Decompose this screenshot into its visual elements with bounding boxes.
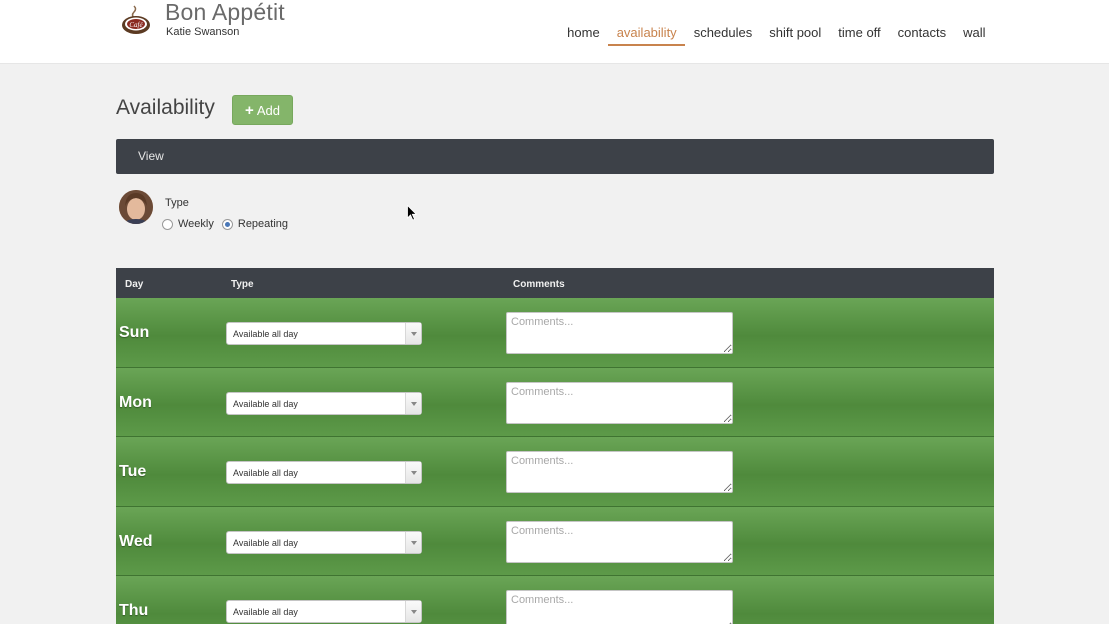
nav-item-schedules[interactable]: schedules: [685, 25, 761, 46]
table-header: Day Type Comments: [116, 268, 994, 298]
select-value: Available all day: [233, 329, 298, 339]
type-label: Type: [165, 197, 189, 209]
day-label: Wed: [119, 532, 153, 550]
header-comments: Comments: [513, 279, 565, 290]
select-value: Available all day: [233, 537, 298, 548]
availability-type-select[interactable]: Available all day: [226, 391, 422, 415]
chevron-down-icon[interactable]: [405, 601, 421, 622]
chevron-down-icon[interactable]: [405, 392, 421, 414]
table-row: Mon Available all day: [116, 367, 994, 437]
add-button-label: Add: [256, 102, 280, 118]
comments-input[interactable]: [506, 590, 733, 624]
add-button[interactable]: + Add: [232, 95, 293, 125]
select-value: Available all day: [233, 607, 298, 617]
header-day: Day: [125, 279, 144, 290]
availability-type-select[interactable]: Available all day: [226, 530, 422, 554]
plus-icon: +: [245, 101, 254, 119]
comments-input[interactable]: [506, 381, 733, 424]
table-row: Sun Available all day: [116, 298, 994, 368]
svg-text:Café: Café: [129, 21, 143, 29]
view-bar[interactable]: View: [116, 139, 994, 174]
radio-repeating-label: Repeating: [237, 218, 289, 230]
main-nav: home availability schedules shift pool t…: [559, 25, 994, 46]
comments-input[interactable]: [506, 312, 733, 354]
day-label: Thu: [119, 602, 149, 619]
chevron-down-icon[interactable]: [405, 462, 421, 483]
availability-type-select[interactable]: Available all day: [226, 600, 422, 623]
cafe-cup-logo-icon[interactable]: Café: [120, 3, 152, 35]
availability-type-select[interactable]: Available all day: [226, 322, 422, 345]
radio-weekly-circle[interactable]: [162, 218, 173, 230]
table-row: Thu Available all day: [116, 576, 994, 624]
nav-item-home[interactable]: home: [559, 25, 609, 46]
comments-input[interactable]: [506, 451, 733, 493]
radio-repeating[interactable]: Repeating: [221, 218, 289, 230]
availability-table: Day Type Comments Sun Available all day …: [116, 268, 994, 624]
radio-weekly-label: Weekly: [178, 218, 214, 230]
select-value: Available all day: [233, 468, 298, 478]
chevron-down-icon[interactable]: [405, 531, 421, 553]
header-type: Type: [231, 279, 254, 290]
comments-input[interactable]: [506, 520, 733, 563]
top-header: Café Bon Appétit Katie Swanson home avai…: [0, 0, 1109, 64]
table-row: Tue Available all day: [116, 437, 994, 507]
day-label: Sun: [119, 324, 150, 341]
mouse-pointer-icon: [407, 205, 417, 221]
nav-item-shift-pool[interactable]: shift pool: [761, 25, 830, 46]
page-title: Availability: [116, 96, 215, 119]
radio-repeating-circle[interactable]: [221, 218, 233, 230]
nav-item-time-off[interactable]: time off: [830, 25, 889, 46]
radio-weekly[interactable]: Weekly: [162, 218, 214, 230]
nav-item-availability[interactable]: availability: [608, 25, 686, 46]
type-radio-group: Weekly Repeating: [162, 218, 288, 230]
day-label: Tue: [119, 463, 147, 480]
brand-name: Bon Appétit: [165, 0, 285, 25]
nav-item-wall[interactable]: wall: [955, 25, 994, 46]
day-label: Mon: [119, 393, 152, 411]
user-name: Katie Swanson: [166, 26, 240, 38]
chevron-down-icon[interactable]: [405, 323, 421, 344]
availability-type-select[interactable]: Available all day: [226, 461, 422, 484]
table-row: Wed Available all day: [116, 506, 994, 576]
nav-item-contacts[interactable]: contacts: [889, 25, 954, 46]
avatar: [119, 190, 153, 224]
select-value: Available all day: [233, 398, 298, 409]
view-label: View: [138, 149, 164, 163]
